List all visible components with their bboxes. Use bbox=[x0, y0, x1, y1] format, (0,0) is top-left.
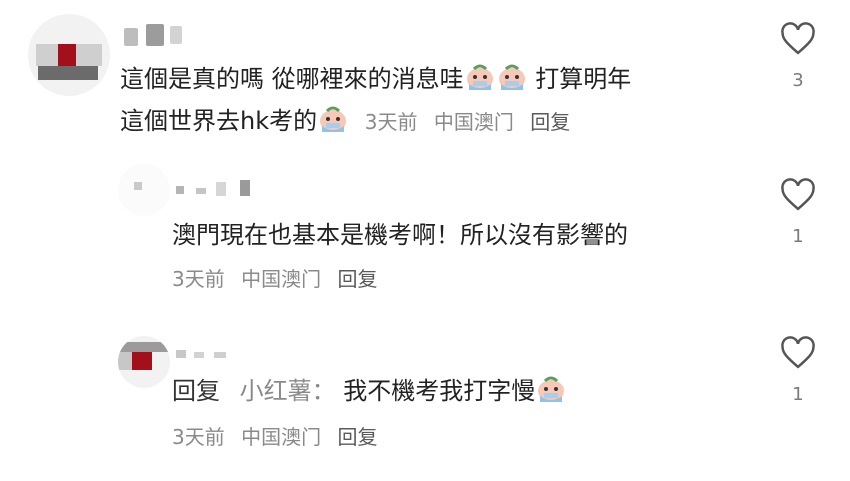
crying-emoji-icon bbox=[497, 62, 527, 92]
reply-button[interactable]: 回复 bbox=[337, 267, 377, 291]
comment-line2: 這個世界去hk考的 bbox=[120, 107, 318, 135]
comment-location: 中国澳门 bbox=[433, 110, 514, 134]
reply-prefix: 回复 bbox=[172, 377, 220, 405]
heart-outline-icon bbox=[781, 22, 815, 55]
like-button[interactable] bbox=[779, 178, 817, 216]
reply-time: 3天前 bbox=[172, 425, 225, 449]
reply-location: 中国澳门 bbox=[241, 425, 322, 449]
comment-time: 3天前 bbox=[364, 110, 418, 134]
crying-emoji-icon bbox=[536, 374, 566, 404]
username[interactable] bbox=[176, 344, 236, 364]
reply-button[interactable]: 回复 bbox=[337, 425, 377, 449]
heart-outline-icon bbox=[781, 178, 815, 211]
reply-to-user[interactable]: 小红薯： bbox=[240, 377, 336, 405]
comment-line1-end: 打算明年 bbox=[535, 65, 632, 93]
reply-text: 澳門現在也基本是機考啊！所以沒有影響的 bbox=[172, 221, 628, 249]
crying-emoji-icon bbox=[465, 62, 495, 92]
avatar[interactable] bbox=[118, 336, 170, 388]
avatar[interactable] bbox=[118, 164, 170, 216]
like-count: 1 bbox=[792, 384, 804, 405]
avatar[interactable] bbox=[28, 14, 110, 96]
reply-text-line: 回复 小红薯： 我不機考我打字慢 bbox=[172, 372, 567, 410]
like-button[interactable] bbox=[779, 22, 817, 60]
like-count: 1 bbox=[792, 226, 804, 247]
reply-meta: 3天前 中国澳门 回复 bbox=[172, 424, 387, 450]
like-button[interactable] bbox=[779, 336, 817, 374]
reply-text: 我不機考我打字慢 bbox=[343, 377, 536, 405]
reply-location: 中国澳门 bbox=[241, 267, 322, 291]
reply-button[interactable]: 回复 bbox=[530, 110, 570, 134]
heart-outline-icon bbox=[781, 336, 815, 369]
username[interactable] bbox=[176, 176, 266, 200]
like-count: 3 bbox=[792, 70, 804, 91]
username[interactable] bbox=[124, 24, 184, 48]
crying-emoji-icon bbox=[318, 104, 348, 134]
reply-meta: 3天前 中国澳门 回复 bbox=[172, 266, 387, 292]
reply-time: 3天前 bbox=[172, 267, 225, 291]
comment-line1: 這個是真的嗎 從哪裡來的消息哇 bbox=[120, 65, 464, 93]
comment-text: 這個是真的嗎 從哪裡來的消息哇 打算明年 這個世界去hk考的 3天前 中国澳门 … bbox=[120, 60, 740, 140]
